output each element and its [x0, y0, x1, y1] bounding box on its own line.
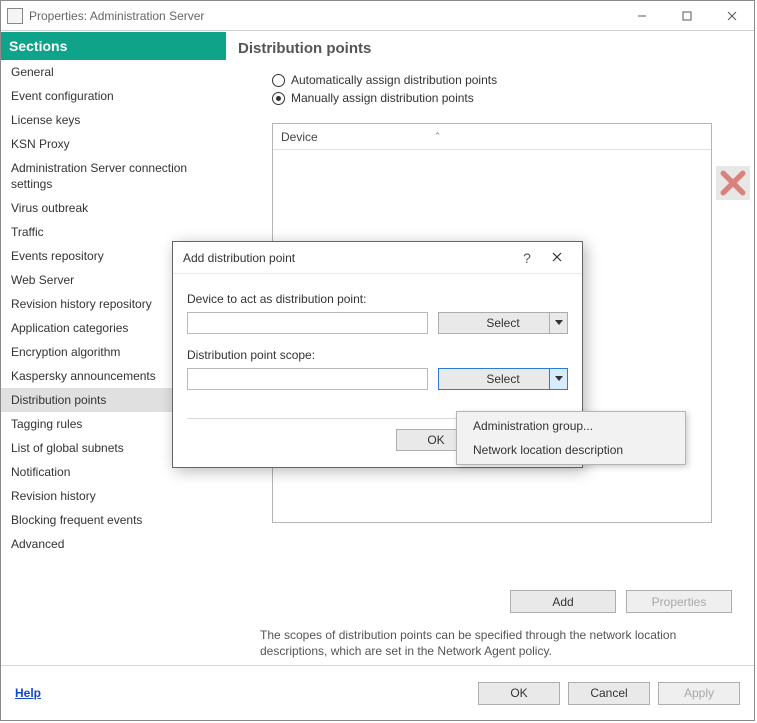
sidebar-item-label: Tagging rules [11, 417, 82, 431]
device-select-button[interactable]: Select [438, 312, 568, 334]
sidebar-item-label: Event configuration [11, 89, 114, 103]
sidebar-item-label: List of global subnets [11, 441, 124, 455]
apply-button[interactable]: Apply [658, 682, 740, 705]
scope-field-label: Distribution point scope: [187, 348, 568, 362]
add-button[interactable]: Add [510, 590, 616, 613]
dialog-close-button[interactable] [542, 251, 572, 265]
radio-auto[interactable]: Automatically assign distribution points [272, 73, 740, 87]
device-field-label: Device to act as distribution point: [187, 292, 568, 306]
sidebar-item-label: Advanced [11, 537, 64, 551]
sidebar-item-virus-outbreak[interactable]: Virus outbreak [1, 196, 226, 220]
scope-select-button[interactable]: Select [438, 368, 568, 390]
sidebar-item-label: Revision history repository [11, 297, 152, 311]
help-link[interactable]: Help [15, 686, 41, 700]
radio-auto-label: Automatically assign distribution points [291, 73, 497, 87]
minimize-button[interactable] [619, 1, 664, 30]
sidebar-item-label: Distribution points [11, 393, 106, 407]
sidebar-item-event-configuration[interactable]: Event configuration [1, 84, 226, 108]
sidebar-item-license-keys[interactable]: License keys [1, 108, 226, 132]
radio-manual[interactable]: Manually assign distribution points [272, 91, 740, 105]
sidebar-item-general[interactable]: General [1, 60, 226, 84]
sidebar-item-label: Encryption algorithm [11, 345, 120, 359]
dialog-help-button[interactable]: ? [512, 250, 542, 266]
chevron-down-icon [549, 369, 567, 389]
sidebar-item-label: Web Server [11, 273, 74, 287]
sidebar-item-label: Administration Server connection setting… [11, 161, 187, 191]
sidebar-item-label: Traffic [11, 225, 44, 239]
footer: Help OK Cancel Apply [1, 665, 754, 720]
radio-manual-label: Manually assign distribution points [291, 91, 474, 105]
chevron-down-icon [549, 313, 567, 333]
sidebar-item-label: KSN Proxy [11, 137, 70, 151]
sidebar-item-ksn-proxy[interactable]: KSN Proxy [1, 132, 226, 156]
sidebar-item-label: Virus outbreak [11, 201, 88, 215]
cancel-button[interactable]: Cancel [568, 682, 650, 705]
radio-icon [272, 92, 285, 105]
scope-select-menu: Administration group... Network location… [456, 411, 686, 465]
delete-button[interactable] [716, 166, 750, 200]
sidebar-item-label: Notification [11, 465, 70, 479]
device-list-header[interactable]: Device ⌃ [273, 124, 711, 150]
radio-icon [272, 74, 285, 87]
sidebar-item-advanced[interactable]: Advanced [1, 532, 226, 556]
scope-field[interactable] [187, 368, 428, 390]
main-window: Properties: Administration Server Sectio… [0, 0, 755, 721]
sidebar-item-label: General [11, 65, 54, 79]
page-title: Distribution points [238, 40, 740, 57]
device-field[interactable] [187, 312, 428, 334]
titlebar: Properties: Administration Server [1, 1, 754, 31]
sidebar-item-label: Blocking frequent events [11, 513, 142, 527]
sidebar-item-administration-server-connection-settings[interactable]: Administration Server connection setting… [1, 156, 226, 196]
sidebar-item-label: Kaspersky announcements [11, 369, 156, 383]
menu-item-admin-group[interactable]: Administration group... [457, 414, 685, 438]
sidebar-item-label: License keys [11, 113, 80, 127]
sidebar-header: Sections [1, 32, 226, 60]
description-text: The scopes of distribution points can be… [260, 627, 730, 659]
maximize-button[interactable] [664, 1, 709, 30]
sidebar-item-label: Events repository [11, 249, 104, 263]
dialog-title: Add distribution point [183, 251, 512, 265]
device-col-label: Device [281, 130, 318, 144]
app-icon [7, 8, 23, 24]
menu-item-network-location[interactable]: Network location description [457, 438, 685, 462]
sidebar-item-label: Application categories [11, 321, 128, 335]
sidebar-item-label: Revision history [11, 489, 96, 503]
ok-button[interactable]: OK [478, 682, 560, 705]
close-button[interactable] [709, 1, 754, 30]
sort-indicator-icon: ⌃ [434, 131, 442, 142]
sidebar-item-revision-history[interactable]: Revision history [1, 484, 226, 508]
properties-button[interactable]: Properties [626, 590, 732, 613]
sidebar-item-blocking-frequent-events[interactable]: Blocking frequent events [1, 508, 226, 532]
window-title: Properties: Administration Server [29, 9, 619, 23]
